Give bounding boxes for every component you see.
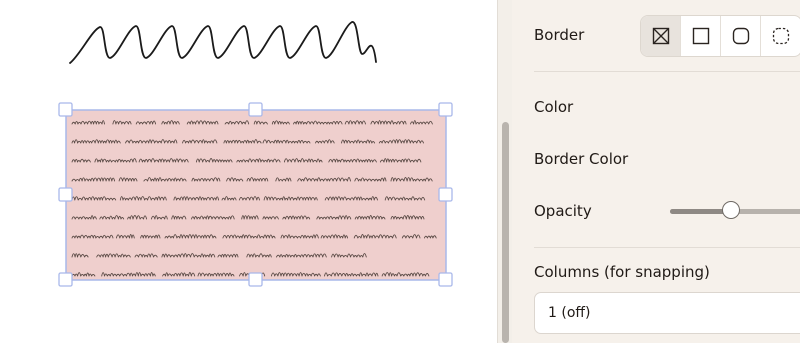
resize-handle-bottom-left[interactable] bbox=[58, 272, 73, 287]
resize-handle-left[interactable] bbox=[58, 187, 73, 202]
properties-panel: Border Color Border Color Opacity Column… bbox=[512, 0, 800, 343]
columns-select[interactable]: 1 (off) bbox=[534, 292, 800, 334]
opacity-label: Opacity bbox=[534, 202, 592, 220]
border-rounded-icon bbox=[732, 27, 749, 45]
color-label[interactable]: Color bbox=[534, 98, 573, 116]
canvas-scrollbar-thumb[interactable] bbox=[502, 122, 509, 343]
border-none-icon bbox=[652, 27, 669, 45]
border-label: Border bbox=[534, 26, 585, 44]
freehand-squiggle[interactable] bbox=[69, 21, 377, 64]
opacity-slider-thumb[interactable] bbox=[722, 201, 740, 219]
resize-handle-top[interactable] bbox=[248, 102, 263, 117]
divider bbox=[534, 71, 800, 72]
border-option-dashed[interactable] bbox=[761, 16, 800, 56]
divider bbox=[534, 247, 800, 248]
columns-label: Columns (for snapping) bbox=[534, 263, 710, 281]
border-square-icon bbox=[692, 27, 709, 45]
resize-handle-top-left[interactable] bbox=[58, 102, 73, 117]
border-style-group bbox=[640, 15, 800, 57]
canvas[interactable] bbox=[0, 0, 497, 343]
canvas-scrollbar[interactable] bbox=[497, 0, 512, 343]
columns-select-value: 1 (off) bbox=[548, 305, 591, 321]
resize-handle-bottom-right[interactable] bbox=[438, 272, 453, 287]
border-option-square[interactable] bbox=[681, 16, 721, 56]
canvas-drawing bbox=[58, 21, 453, 287]
border-color-label[interactable]: Border Color bbox=[534, 150, 628, 168]
border-dashed-icon bbox=[772, 27, 789, 45]
resize-handle-right[interactable] bbox=[438, 187, 453, 202]
resize-handle-bottom[interactable] bbox=[248, 272, 263, 287]
border-option-rounded[interactable] bbox=[721, 16, 761, 56]
border-option-none[interactable] bbox=[641, 16, 681, 56]
resize-handle-top-right[interactable] bbox=[438, 102, 453, 117]
